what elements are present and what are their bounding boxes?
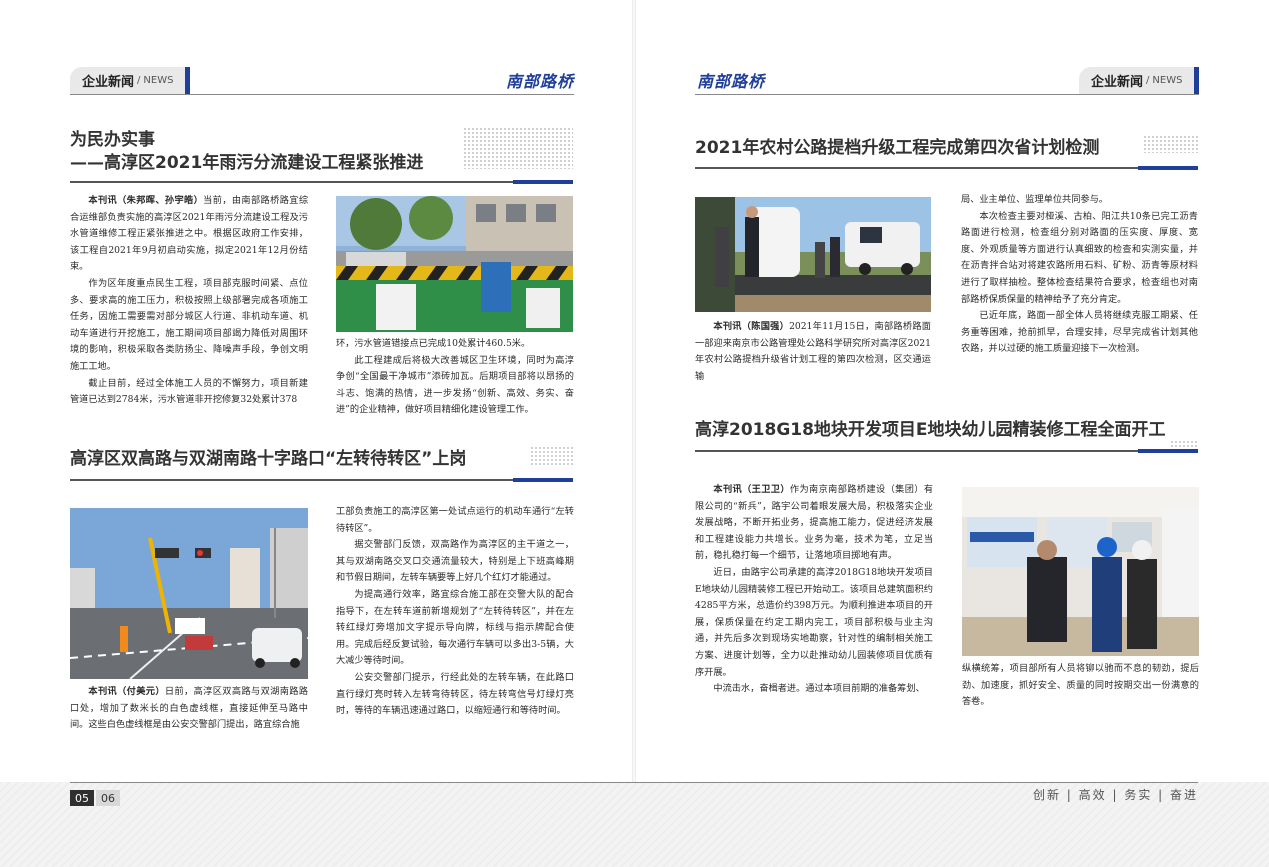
- article4-title: 高淳2018G18地块开发项目E地块幼儿园精装修工程全面开工: [695, 420, 1166, 440]
- article2-p5: 公安交警部门提示，行经此处的左转车辆，在此路口直行绿灯亮时转入左转弯待转区，待左…: [336, 671, 574, 717]
- title-dots-decoration: [530, 446, 573, 466]
- page-spine: [632, 0, 636, 867]
- article1-p4: 环，污水管道错接点已完成10处累计460.5米。: [336, 338, 531, 349]
- article1-rule: [70, 180, 573, 184]
- article3-p4: 已近年底，路面一部全体人员将继续克服工期紧、任务重等困难，抢前抓早，合理安排，尽…: [961, 310, 1198, 355]
- header-rule-left: [70, 94, 574, 95]
- article3-col2: 局、业主单位、监理单位共同参与。 本次检查主要对桠溪、古柏、阳江共10条已完工沥…: [961, 192, 1198, 358]
- article1-p1: 当前，由南部路桥路宜综合运维部负责实施的高淳区2021年雨污分流建设工程及污水管…: [70, 195, 309, 273]
- article2-col1: 本刊讯（付美元）日前，高淳区双高路与双湖南路路口处，增加了数米长的白色虚线框，直…: [70, 684, 308, 734]
- section-tab-sub: NEWS: [143, 75, 174, 86]
- article2-byline: 本刊讯（付美元）: [88, 686, 165, 697]
- logo-left: 南部路桥: [506, 72, 575, 91]
- section-tab-label: 企业新闻: [1091, 75, 1144, 90]
- article3-byline: 本刊讯（陈国强）: [713, 321, 790, 332]
- article1-p5: 此工程建成后将极大改善城区卫生环境，同时为高淳争创“全国最干净城市”添砖加瓦。后…: [336, 354, 574, 416]
- page-number-right: 06: [96, 790, 120, 806]
- article1-col2: 环，污水管道错接点已完成10处累计460.5米。 此工程建成后将极大改善城区卫生…: [336, 336, 574, 419]
- footer-rule: [70, 782, 1198, 783]
- article2-photo-intersection: [70, 508, 308, 679]
- article3-photo-inspection: [695, 197, 931, 312]
- article3-p3: 本次检查主要对桠溪、古柏、阳江共10条已完工沥青路面进行检测，检查组分别对路面的…: [961, 210, 1198, 305]
- title-dots-decoration: [463, 127, 573, 169]
- footer-slogan: 创新 | 高效 | 务实 | 奋进: [1032, 788, 1198, 802]
- article1-photo-construction: [336, 196, 573, 332]
- article1-title-line1: 为民办实事: [70, 130, 155, 150]
- article3-p2: 局、业主单位、监理单位共同参与。: [961, 194, 1108, 205]
- article2-p4: 为提高通行效率，路宜综合施工部在交警大队的配合指导下，在左转车道前新增规划了“左…: [336, 588, 574, 667]
- article3-title: 2021年农村公路提档升级工程完成第四次省计划检测: [695, 138, 1100, 158]
- article2-title: 高淳区双高路与双湖南路十字路口“左转待转区”上岗: [70, 449, 467, 469]
- article4-p1: 作为南京南部路桥建设（集团）有限公司的“新兵”，路宇公司着眼发展大局，积极落实企…: [695, 484, 934, 562]
- article1-col1: 本刊讯（朱邦晖、孙宇皓）当前，由南部路桥路宜综合运维部负责实施的高淳区2021年…: [70, 193, 308, 409]
- section-tab-right: 企业新闻 / NEWS: [1079, 67, 1199, 94]
- logo-right: 南部路桥: [697, 72, 766, 91]
- article1-p3: 截止目前，经过全体施工人员的不懈努力，项目新建管道已达到2784米，污水管道非开…: [70, 377, 308, 406]
- section-tab-bar: [185, 67, 190, 94]
- section-tab-sub: NEWS: [1152, 75, 1183, 86]
- section-tab-sep: /: [1146, 75, 1150, 86]
- article4-p3: 中流击水，奋楫者进。通过本项目前期的准备筹划、: [713, 683, 925, 695]
- article4-p4: 纵横统筹，项目部所有人员将铆以驰而不息的韧劲，提后劲、加速度，抓好安全、质量的同…: [962, 663, 1199, 708]
- article1-p2: 作为区年度重点民生工程，项目部克服时间紧、点位多、要求高的施工压力，积极按照上级…: [70, 277, 308, 372]
- article2-p2: 工部负责施工的高淳区第一处试点运行的机动车通行“左转待转区”。: [336, 506, 574, 534]
- page-number-left: 05: [70, 790, 94, 806]
- article2-p3: 据交警部门反馈，双高路作为高淳区的主干道之一，其与双湖南路交叉口交通流量较大，特…: [336, 539, 574, 584]
- article4-col2: 纵横统筹，项目部所有人员将铆以驰而不息的韧劲，提后劲、加速度，抓好安全、质量的同…: [962, 661, 1199, 711]
- section-tab-bar: [1194, 67, 1199, 94]
- article3-col1: 本刊讯（陈国强）2021年11月15日，南部路桥路面一部迎来南京市公路管理处公路…: [695, 319, 931, 385]
- article4-photo-site-office: [962, 487, 1199, 656]
- section-tab-label: 企业新闻: [82, 75, 135, 90]
- article1-byline: 本刊讯（朱邦晖、孙宇皓）: [88, 195, 204, 206]
- section-tab-sep: /: [137, 75, 141, 86]
- title-dots-decoration: [1143, 135, 1198, 153]
- article3-rule: [695, 166, 1198, 170]
- article1-title-line2: ——高淳区2021年雨污分流建设工程紧张推进: [70, 153, 424, 173]
- article4-col1: 本刊讯（王卫卫）作为南京南部路桥建设（集团）有限公司的“新兵”，路宇公司着眼发展…: [695, 482, 933, 698]
- article4-rule: [695, 449, 1198, 453]
- article2-col2: 工部负责施工的高淳区第一处试点运行的机动车通行“左转待转区”。 据交警部门反馈，…: [336, 504, 574, 720]
- article4-p2: 近日，由路宇公司承建的高淳2018G18地块开发项目E地块幼儿园精装修工程已开始…: [695, 566, 933, 678]
- article4-byline: 本刊讯（王卫卫）: [713, 484, 790, 495]
- header-rule-right: [695, 94, 1199, 95]
- article2-rule: [70, 478, 573, 482]
- section-tab-left: 企业新闻 / NEWS: [70, 67, 190, 94]
